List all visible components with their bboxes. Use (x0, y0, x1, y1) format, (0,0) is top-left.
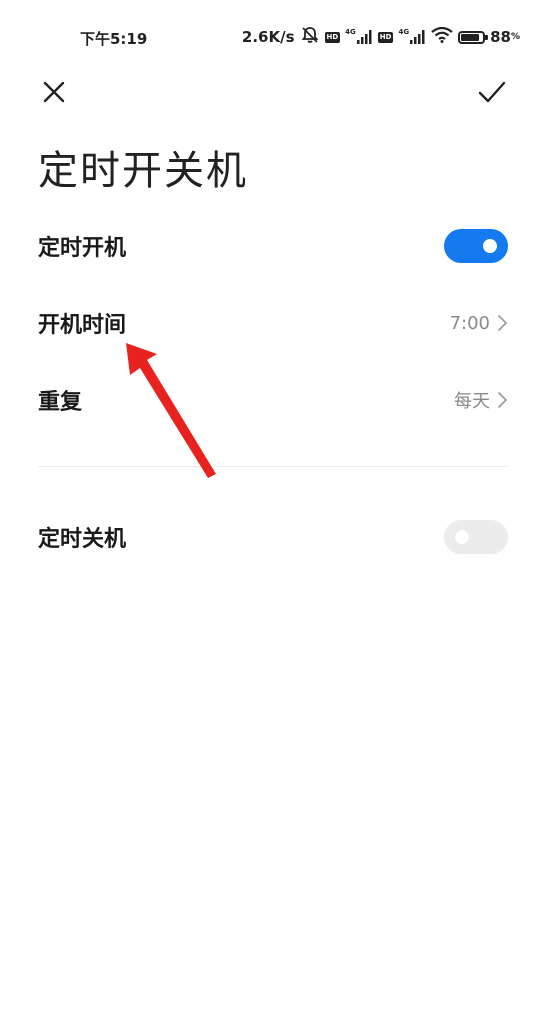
status-indicators: 2.6K/s HD 4G HD 4G 88 % (242, 25, 520, 49)
signal-bars-icon (410, 30, 425, 44)
battery-icon (458, 30, 489, 44)
hd-badge-sim2: HD (377, 31, 394, 43)
network-type-sim2: 4G (398, 28, 410, 36)
repeat-row[interactable]: 重复 每天 (38, 370, 508, 430)
network-speed: 2.6K/s (241, 28, 295, 46)
hd-badge-sim1: HD (324, 31, 341, 43)
bell-muted-icon (300, 25, 320, 49)
repeat-value: 每天 (454, 391, 490, 412)
power-on-label: 定时开机 (38, 236, 127, 261)
check-icon (478, 81, 506, 103)
battery-level: 88 (490, 28, 511, 46)
power-on-toggle[interactable] (444, 229, 508, 263)
status-bar: 下午5:19 2.6K/s HD 4G HD 4G 88 % (0, 0, 546, 78)
battery-unit: % (510, 32, 520, 42)
repeat-label: 重复 (38, 390, 83, 415)
toggle-knob (455, 530, 469, 544)
power-off-row[interactable]: 定时关机 (38, 507, 508, 567)
confirm-button[interactable] (474, 74, 510, 110)
close-button[interactable] (36, 74, 72, 110)
wifi-icon (431, 26, 453, 47)
power-on-time-row[interactable]: 开机时间 7:00 (38, 293, 508, 353)
power-on-row[interactable]: 定时开机 (38, 216, 508, 276)
network-type-sim1: 4G (345, 28, 356, 36)
power-on-time-value-group: 7:00 (450, 313, 508, 334)
power-off-label: 定时关机 (38, 527, 127, 552)
signal-sim1: 4G (345, 28, 373, 44)
repeat-value-group: 每天 (454, 387, 508, 413)
page-title: 定时开关机 (38, 148, 248, 194)
signal-bars-icon (356, 30, 372, 44)
battery-fill (461, 33, 480, 41)
power-on-time-value: 7:00 (449, 312, 490, 334)
close-icon (43, 81, 65, 103)
section-divider (38, 466, 508, 467)
chevron-right-icon (498, 315, 507, 331)
toggle-knob (483, 239, 497, 253)
signal-sim2: 4G (398, 28, 426, 44)
power-off-toggle[interactable] (444, 520, 508, 554)
chevron-right-icon (498, 392, 507, 408)
status-time: 下午5:19 (80, 30, 148, 48)
power-on-time-label: 开机时间 (38, 313, 127, 338)
